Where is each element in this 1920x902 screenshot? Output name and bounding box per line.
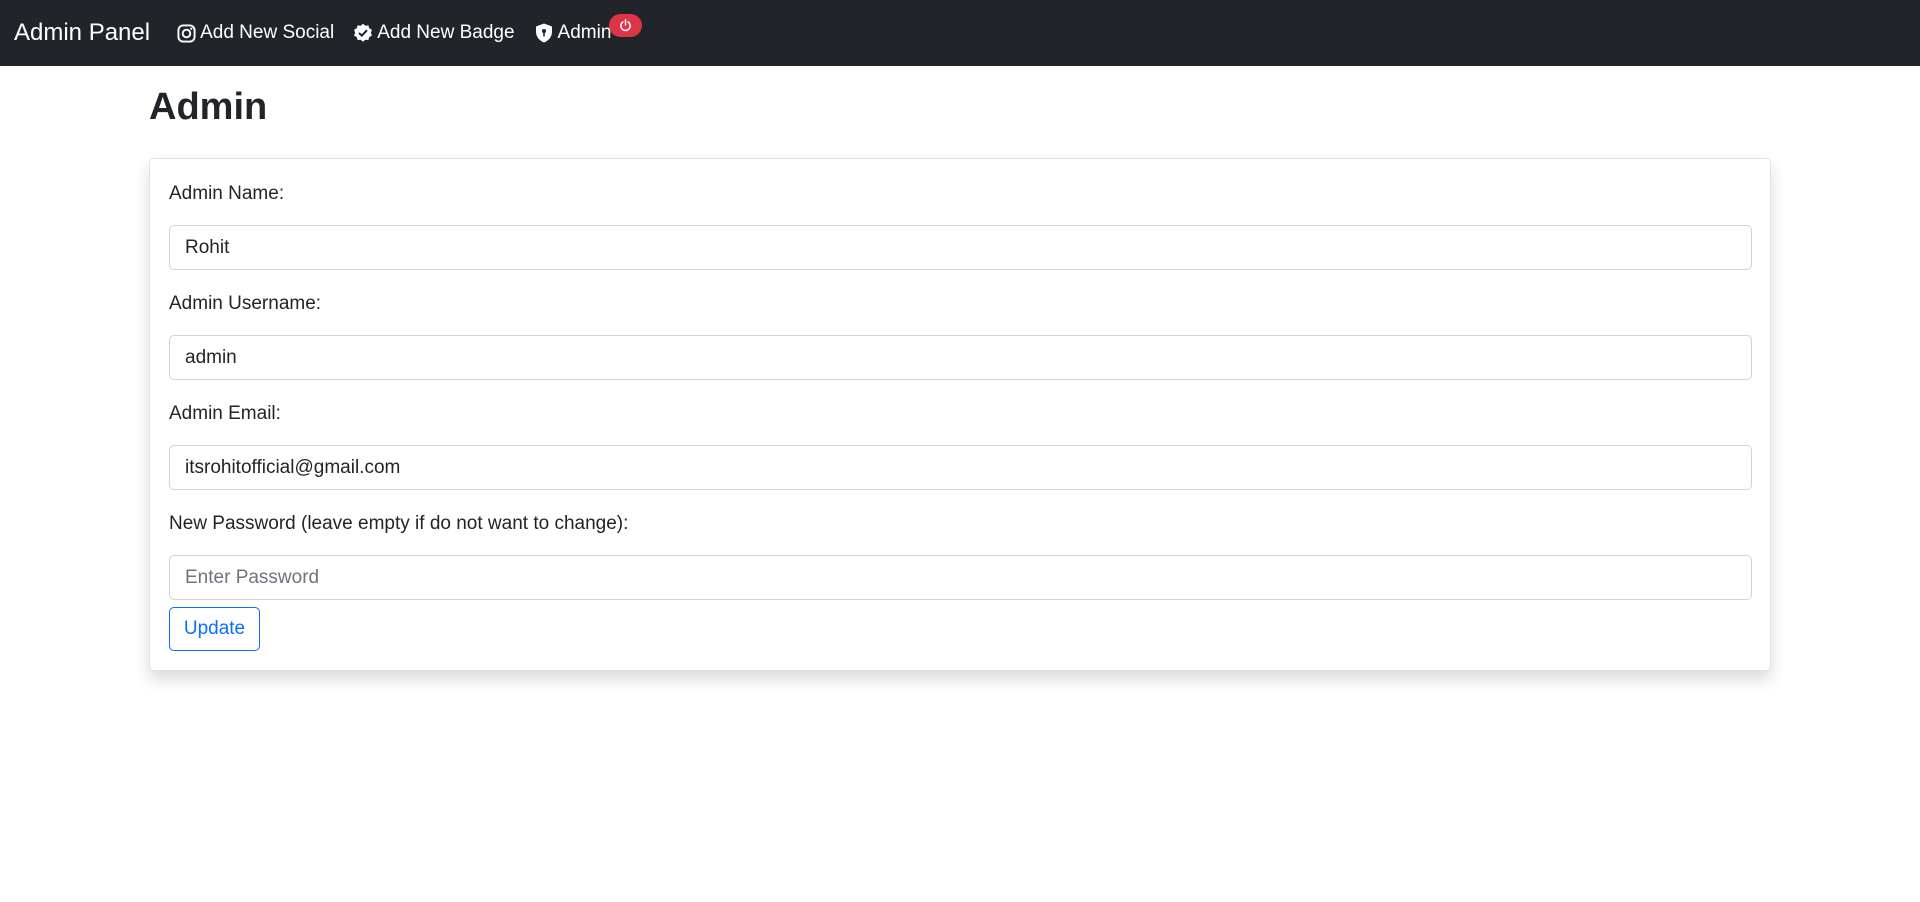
admin-email-label: Admin Email: [169,403,281,424]
logout-button[interactable] [609,14,642,37]
instagram-icon [176,23,196,43]
nav-admin[interactable]: Admin [534,22,612,44]
admin-username-label: Admin Username: [169,293,322,314]
admin-password-input[interactable] [169,555,1752,600]
admin-password-label: New Password (leave empty if do not want… [169,513,629,534]
nav-add-new-badge-label: Add New Badge [377,22,515,43]
top-navbar: Admin Panel Add New Social Add New Badge [0,0,1920,66]
admin-username-input[interactable] [169,335,1752,380]
nav-add-new-badge[interactable]: Add New Badge [353,22,515,44]
nav-admin-label: Admin [557,22,612,43]
admin-settings-card: Admin Name: Admin Username: Admin Email:… [149,158,1771,671]
badge-check-icon [353,23,373,43]
shield-lock-icon [534,23,554,43]
admin-name-group: Admin Name: [169,181,1752,270]
power-icon [619,19,632,32]
nav-add-new-social[interactable]: Add New Social [176,22,334,44]
page-title: Admin [149,86,268,128]
admin-username-group: Admin Username: [169,291,1752,380]
admin-email-group: Admin Email: [169,401,1752,490]
navbar-brand[interactable]: Admin Panel [14,19,150,47]
admin-password-group: New Password (leave empty if do not want… [169,511,1752,600]
admin-email-input[interactable] [169,445,1752,490]
update-button[interactable]: Update [169,607,260,651]
nav-add-new-social-label: Add New Social [200,22,335,43]
admin-name-label: Admin Name: [169,183,285,204]
admin-name-input[interactable] [169,225,1752,270]
